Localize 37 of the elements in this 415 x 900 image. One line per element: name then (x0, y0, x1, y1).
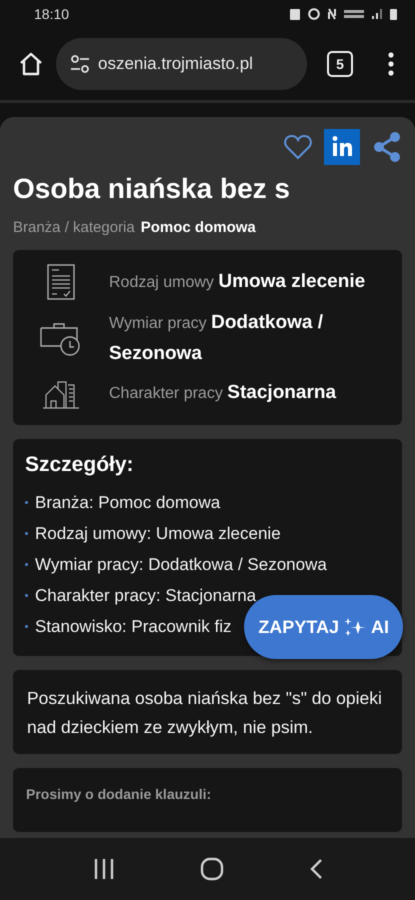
bullet-icon (25, 501, 28, 504)
bullet-icon (25, 532, 28, 535)
detail-item: Stanowisko: Pracownik fiz (35, 616, 232, 638)
battery-icon (390, 8, 397, 20)
bullet-icon (25, 563, 28, 566)
house-buildings-icon (42, 378, 80, 408)
home-button-icon[interactable] (200, 857, 224, 881)
fact-text: Charakter pracy Stacjonarna (109, 381, 336, 405)
url-text: oszenia.trojmiasto.pl (98, 54, 253, 74)
fact-text: Wymiar pracy Dodatkowa / Sezonowa (109, 311, 324, 366)
recent-apps-icon[interactable] (92, 858, 114, 880)
listing-title: Osoba niańska bez s (13, 173, 291, 205)
clause-heading: Prosimy o dodanie klauzuli: (26, 786, 212, 802)
detail-item: Rodzaj umowy: Umowa zlecenie (35, 523, 281, 545)
bullet-icon (25, 625, 28, 628)
home-icon[interactable] (18, 51, 44, 77)
details-heading: Szczegóły: (25, 453, 135, 477)
tab-count-button[interactable]: 5 (327, 51, 353, 77)
category-value: Pomoc domowa (140, 219, 256, 236)
fact-text: Rodzaj umowy Umowa zlecenie (109, 270, 366, 294)
heart-icon[interactable] (284, 134, 312, 160)
site-settings-icon[interactable] (70, 55, 90, 73)
description-text: Poszukiwana osoba niańska bez "s" do opieki nad dzieckiem ze zwykłym, nie psim. (27, 687, 383, 739)
category-label: Branża / kategoria (13, 219, 135, 236)
bullet-icon (25, 594, 28, 597)
share-icon[interactable] (372, 131, 402, 163)
briefcase-clock-icon (40, 322, 82, 356)
menu-icon[interactable] (387, 52, 395, 76)
detail-item: Branża: Pomoc domowa (35, 492, 220, 514)
linkedin-icon[interactable] (324, 129, 360, 165)
sparkle-icon (344, 617, 366, 637)
back-icon[interactable] (308, 858, 322, 880)
detail-item: Wymiar pracy: Dodatkowa / Sezonowa (35, 554, 327, 576)
document-icon (47, 264, 75, 300)
status-time: 18:10 (34, 6, 70, 22)
signal-icon (372, 9, 382, 19)
address-bar[interactable]: oszenia.trojmiasto.pl (56, 38, 307, 90)
